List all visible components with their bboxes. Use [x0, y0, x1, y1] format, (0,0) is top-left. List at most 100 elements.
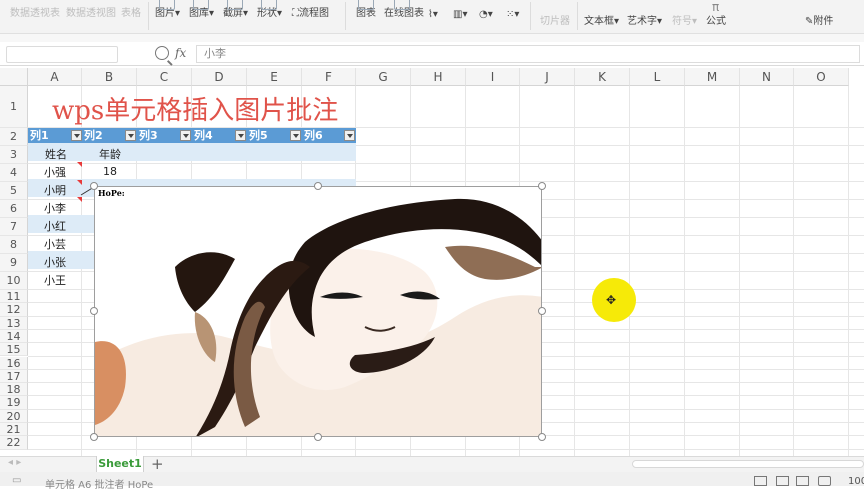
pie-chart-dropdown[interactable]: ◔▾	[479, 9, 493, 20]
ribbon-symbol-button[interactable]: 符号▾	[672, 12, 697, 27]
comment-indicator-icon[interactable]	[77, 180, 82, 185]
row-header-19[interactable]: 19	[0, 396, 28, 410]
row-header-22[interactable]: 22	[0, 436, 28, 450]
column-header-o[interactable]: O	[794, 68, 849, 86]
resize-handle[interactable]	[90, 307, 98, 315]
comment-box[interactable]: HoPe:	[94, 186, 542, 437]
page-layout-icon[interactable]	[776, 476, 789, 486]
cell-b3[interactable]: 年龄	[99, 146, 121, 162]
cell-a9[interactable]: 小张	[44, 254, 66, 270]
ribbon-attachment-button[interactable]: ✎附件	[805, 12, 833, 27]
row-header-7[interactable]: 7	[0, 218, 28, 236]
column-header-k[interactable]: K	[575, 68, 630, 86]
fx-icon[interactable]: fx	[175, 46, 186, 60]
ribbon-shapes-button[interactable]: 形状▾	[257, 0, 282, 19]
column-header-f[interactable]: F	[302, 68, 356, 86]
ribbon-screenshot-button[interactable]: 截屏▾	[223, 0, 248, 19]
zoom-level[interactable]: 100	[848, 476, 864, 487]
horizontal-scrollbar[interactable]	[632, 460, 864, 468]
column-header-c[interactable]: C	[137, 68, 192, 86]
column-header-l[interactable]: L	[630, 68, 685, 86]
resize-handle[interactable]	[538, 182, 546, 190]
scatter-chart-dropdown[interactable]: ⁙▾	[506, 9, 519, 20]
row-header-4[interactable]: 4	[0, 164, 28, 182]
resize-handle[interactable]	[90, 433, 98, 441]
filter-dropdown-icon[interactable]	[125, 130, 136, 141]
row-header-11[interactable]: 11	[0, 290, 28, 304]
filter-dropdown-icon[interactable]	[290, 130, 301, 141]
row-header-12[interactable]: 12	[0, 303, 28, 317]
cell-a7[interactable]: 小红	[44, 218, 66, 234]
resize-handle[interactable]	[314, 182, 322, 190]
filter-dropdown-icon[interactable]	[235, 130, 246, 141]
cell-a10[interactable]: 小王	[44, 272, 66, 288]
column-header-j[interactable]: J	[520, 68, 575, 86]
ribbon-wordart-button[interactable]: 艺术字▾	[627, 12, 662, 27]
row-header-8[interactable]: 8	[0, 236, 28, 254]
column-header-g[interactable]: G	[356, 68, 411, 86]
row-header-16[interactable]: 16	[0, 356, 28, 370]
cell-a5[interactable]: 小明	[44, 182, 66, 198]
row-header-13[interactable]: 13	[0, 316, 28, 330]
add-sheet-button[interactable]: +	[151, 455, 164, 473]
resize-handle[interactable]	[90, 182, 98, 190]
cell-b4[interactable]: 18	[103, 165, 117, 178]
cell-a4[interactable]: 小强	[44, 164, 66, 180]
column-header-d[interactable]: D	[192, 68, 247, 86]
comment-indicator-icon[interactable]	[77, 197, 82, 202]
ribbon-pivot-chart[interactable]: 数据透视图	[66, 4, 116, 19]
reading-view-icon[interactable]	[818, 476, 831, 486]
ribbon-chart-button[interactable]: 图表	[356, 0, 376, 19]
filter-dropdown-icon[interactable]	[71, 130, 82, 141]
row-header-2[interactable]: 2	[0, 128, 28, 146]
row-header-20[interactable]: 20	[0, 409, 28, 423]
row-header-21[interactable]: 21	[0, 423, 28, 437]
resize-handle[interactable]	[538, 307, 546, 315]
column-header-m[interactable]: M	[685, 68, 740, 86]
sheet-nav-arrows-icon[interactable]: ◂ ▸	[8, 457, 21, 468]
ribbon-gallery-button[interactable]: 图库▾	[189, 0, 214, 19]
row-header-6[interactable]: 6	[0, 200, 28, 218]
column-header-b[interactable]: B	[82, 68, 137, 86]
row-header-1[interactable]: 1	[0, 86, 28, 128]
column-header-e[interactable]: E	[247, 68, 302, 86]
ribbon-separator	[577, 2, 578, 30]
ribbon-table[interactable]: 表格	[121, 4, 141, 19]
cell-a3[interactable]: 姓名	[45, 146, 67, 162]
normal-view-icon[interactable]	[754, 476, 767, 486]
line-chart-dropdown[interactable]: ⌇▾	[428, 9, 438, 20]
bar-chart-dropdown[interactable]: ▥▾	[453, 9, 467, 20]
row-header-17[interactable]: 17	[0, 369, 28, 384]
row-header-3[interactable]: 3	[0, 146, 28, 164]
row-header-14[interactable]: 14	[0, 329, 28, 344]
ribbon-textbox-button[interactable]: 文本框▾	[584, 12, 619, 27]
column-header-i[interactable]: I	[466, 68, 520, 86]
zoom-icon[interactable]	[155, 46, 169, 60]
row-header-10[interactable]: 10	[0, 272, 28, 290]
cell-a6[interactable]: 小李	[44, 200, 66, 216]
row-header-9[interactable]: 9	[0, 254, 28, 272]
column-header-h[interactable]: H	[411, 68, 466, 86]
name-box[interactable]	[6, 46, 118, 63]
page-break-icon[interactable]	[796, 476, 809, 486]
ribbon-formula-button[interactable]: π 公式	[706, 0, 726, 27]
ribbon-online-chart-button[interactable]: 在线图表	[384, 0, 424, 19]
column-header-a[interactable]: A	[28, 68, 82, 86]
select-all-corner[interactable]	[0, 68, 28, 86]
resize-handle[interactable]	[538, 433, 546, 441]
ribbon-flowchart-button[interactable]: ⛶流程图	[292, 4, 329, 19]
comment-indicator-icon[interactable]	[77, 162, 82, 167]
resize-handle[interactable]	[314, 433, 322, 441]
row-header-5[interactable]: 5	[0, 182, 28, 200]
filter-dropdown-icon[interactable]	[344, 130, 355, 141]
ribbon-pivot-table[interactable]: 数据透视表	[10, 4, 60, 19]
cell-a8[interactable]: 小芸	[44, 236, 66, 252]
ribbon-slicer-button[interactable]: 切片器	[540, 12, 570, 27]
sheet-tab-active[interactable]: Sheet1	[96, 456, 144, 472]
formula-input[interactable]: 小李	[196, 45, 860, 63]
ribbon-image-button[interactable]: 图片▾	[155, 0, 180, 19]
row-header-15[interactable]: 15	[0, 343, 28, 357]
row-header-18[interactable]: 18	[0, 383, 28, 397]
column-header-n[interactable]: N	[740, 68, 794, 86]
filter-dropdown-icon[interactable]	[180, 130, 191, 141]
